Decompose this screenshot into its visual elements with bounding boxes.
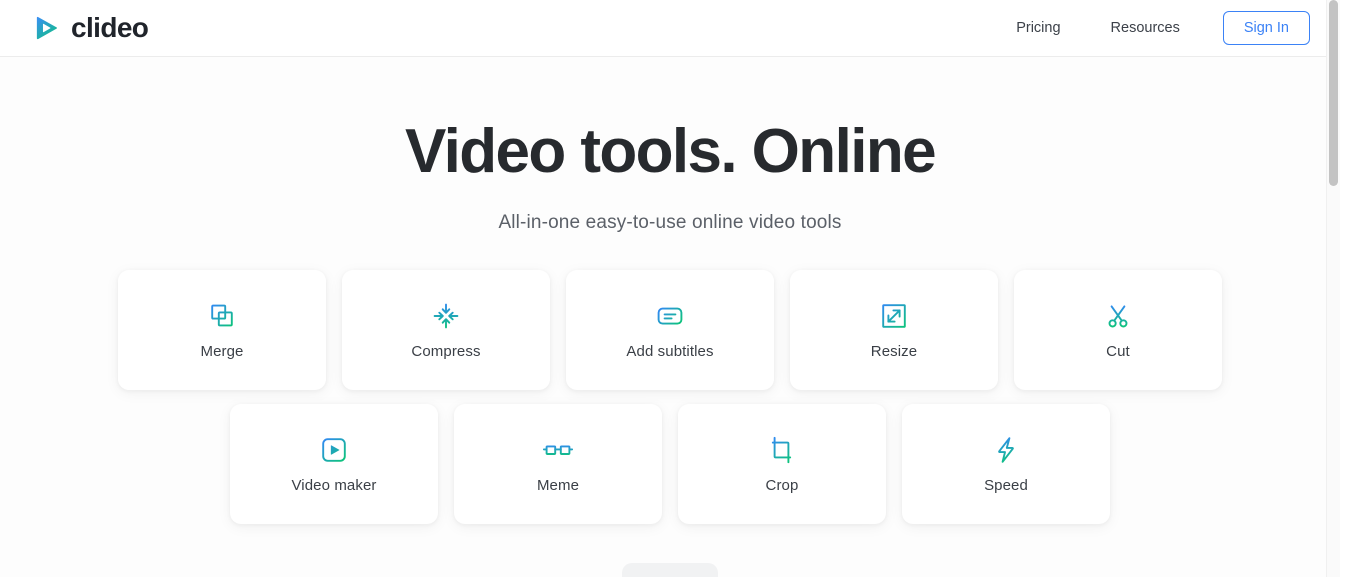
tool-label: Crop	[765, 476, 799, 494]
tool-label: Cut	[1106, 342, 1130, 360]
vertical-scrollbar-track[interactable]	[1326, 0, 1340, 577]
tool-label: Speed	[984, 476, 1028, 494]
tool-card-meme[interactable]: Meme	[454, 404, 662, 525]
page-root: clideo Pricing Resources Sign In Video t…	[0, 0, 1340, 577]
sign-in-button[interactable]: Sign In	[1222, 11, 1310, 45]
brand-logo[interactable]: clideo	[32, 12, 149, 43]
lightning-bolt-icon	[991, 435, 1021, 465]
tool-card-resize[interactable]: Resize	[790, 270, 998, 391]
tool-card-merge[interactable]: Merge	[118, 270, 326, 391]
tool-label: Resize	[870, 342, 918, 360]
subtitles-icon	[655, 301, 685, 331]
page-title: Video tools. Online	[405, 117, 937, 186]
brand-name: clideo	[71, 12, 149, 43]
compress-arrows-icon	[431, 301, 461, 331]
tool-label: Add subtitles	[626, 342, 714, 360]
video-play-frame-icon	[319, 435, 349, 465]
play-triangle-gradient-icon	[32, 13, 62, 43]
nav-link-pricing[interactable]: Pricing	[991, 12, 1085, 44]
glasses-icon	[543, 435, 573, 465]
bottom-partial-element[interactable]	[622, 563, 718, 577]
tool-card-cut[interactable]: Cut	[1014, 270, 1222, 391]
tool-card-compress[interactable]: Compress	[342, 270, 550, 391]
scissors-icon	[1103, 301, 1133, 331]
tool-card-crop[interactable]: Crop	[678, 404, 886, 525]
merge-squares-icon	[207, 301, 237, 331]
tool-label: Video maker	[291, 476, 377, 494]
vertical-scrollbar-thumb[interactable]	[1329, 0, 1338, 186]
tool-label: Merge	[200, 342, 244, 360]
tool-card-video-maker[interactable]: Video maker	[230, 404, 438, 525]
tools-row-1: Merge Compress Add subtitles Resize Cut	[118, 270, 1222, 391]
page-subtitle: All-in-one easy-to-use online video tool…	[498, 212, 842, 234]
tools-grid: Merge Compress Add subtitles Resize Cut …	[0, 270, 1340, 525]
tool-card-add-subtitles[interactable]: Add subtitles	[566, 270, 774, 391]
site-header: clideo Pricing Resources Sign In	[0, 0, 1340, 57]
hero-section: Video tools. Online All-in-one easy-to-u…	[0, 119, 1340, 234]
tools-row-2: Video maker Meme Crop Speed	[230, 404, 1110, 525]
crop-marks-icon	[767, 435, 797, 465]
tool-label: Compress	[411, 342, 481, 360]
tool-card-speed[interactable]: Speed	[902, 404, 1110, 525]
resize-expand-icon	[879, 301, 909, 331]
tool-label: Meme	[536, 476, 580, 494]
header-nav: Pricing Resources Sign In	[991, 11, 1310, 45]
nav-link-resources[interactable]: Resources	[1086, 12, 1205, 44]
